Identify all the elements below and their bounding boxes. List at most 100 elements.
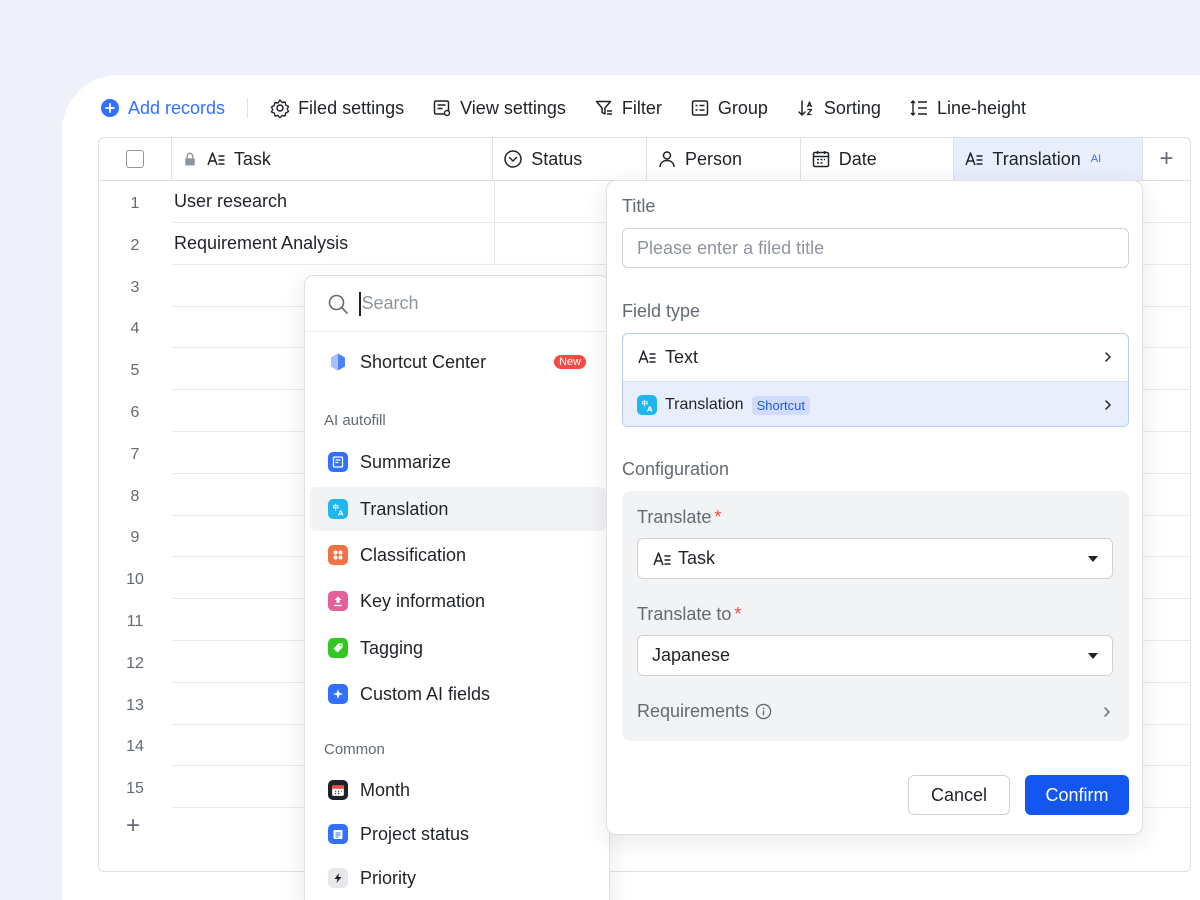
person-icon: [659, 151, 675, 168]
search-icon: [328, 294, 348, 314]
column-title-person: Person: [684, 148, 743, 169]
row-number: 13: [126, 696, 144, 714]
lightning-icon: [328, 868, 348, 888]
field-type-translation[interactable]: 中A Translation Shortcut: [623, 382, 1128, 426]
summarize-icon: [328, 452, 348, 472]
view-settings-label: View settings: [460, 97, 566, 118]
filed-settings-label: Filed settings: [298, 97, 405, 118]
requirements-row[interactable]: Requirements: [637, 701, 1113, 722]
menu-item-priority[interactable]: Priority: [310, 856, 606, 900]
status-icon: [504, 150, 523, 168]
ai-badge: AI: [1090, 153, 1102, 165]
menu-item-custom-ai-fields[interactable]: Custom AI fields: [310, 672, 606, 716]
row-number: 6: [130, 404, 140, 421]
requirements-label: Requirements: [637, 701, 750, 721]
column-header-task[interactable]: Task: [172, 138, 494, 180]
svg-text:A: A: [337, 508, 343, 516]
add-records-button[interactable]: Add records: [100, 98, 225, 119]
text-caret: [359, 291, 361, 316]
shortcut-badge: Shortcut: [751, 395, 810, 415]
new-badge: New: [553, 355, 586, 369]
menu-item-label: Translation: [360, 498, 449, 519]
filter-button[interactable]: Filter: [594, 98, 662, 119]
dropdown-arrow-icon: [1088, 556, 1098, 562]
translate-target-select[interactable]: Japanese: [637, 635, 1113, 676]
field-type-selector: Text 中A Translation Shortcut: [622, 333, 1129, 427]
info-icon: [755, 703, 772, 720]
menu-item-label: Classification: [360, 544, 467, 565]
confirm-button[interactable]: Confirm: [1025, 775, 1129, 815]
configuration-box: Translate * Task Translate to * Japanese R…: [622, 491, 1129, 741]
add-records-label: Add records: [128, 97, 226, 118]
filed-settings-button[interactable]: Filed settings: [270, 98, 404, 119]
text-field-icon: [638, 350, 656, 364]
field-type-text[interactable]: Text: [623, 334, 1128, 380]
select-all-checkbox[interactable]: [125, 150, 144, 168]
row-number: 3: [130, 278, 140, 296]
required-mark: *: [734, 604, 742, 624]
row-number: 8: [130, 487, 140, 505]
column-header-person[interactable]: Person: [647, 138, 801, 180]
row-number: 10: [126, 571, 144, 589]
search-bar[interactable]: Search: [305, 276, 609, 332]
ai-autofill-section-title: AI autofill: [324, 412, 386, 429]
field-title-input[interactable]: Please enter a filed title: [622, 228, 1129, 268]
menu-item-label: Project status: [360, 823, 470, 844]
view-settings-button[interactable]: View settings: [432, 98, 566, 119]
menu-item-tagging[interactable]: Tagging: [310, 626, 606, 670]
menu-item-summarize[interactable]: Summarize: [310, 440, 606, 484]
search-input[interactable]: Search: [362, 293, 419, 314]
toolbar: Add records Filed settings View settings…: [100, 93, 1054, 123]
column-title-status: Status: [531, 148, 583, 169]
row-number: 11: [126, 613, 144, 630]
row-number: 15: [126, 780, 144, 798]
group-button[interactable]: Group: [690, 98, 768, 119]
line-height-label: Line-height: [936, 97, 1027, 118]
translate-source-select[interactable]: Task: [637, 538, 1113, 579]
filter-label: Filter: [621, 97, 662, 118]
sorting-label: Sorting: [823, 97, 881, 118]
add-row-button[interactable]: +: [126, 812, 140, 840]
menu-item-classification[interactable]: Classification: [310, 533, 606, 577]
menu-item-label: Tagging: [360, 637, 424, 658]
translate-label: Translate *: [637, 507, 721, 528]
chevron-right-icon: [1104, 706, 1110, 717]
row-number: 9: [130, 529, 140, 547]
shortcut-center-item[interactable]: Shortcut Center New: [310, 340, 606, 384]
plus-circle-icon: [101, 99, 119, 117]
toolbar-divider: [247, 98, 249, 118]
column-header-date[interactable]: Date: [801, 138, 955, 180]
sorting-button[interactable]: Sorting: [796, 98, 881, 119]
column-title-date: Date: [838, 148, 877, 169]
menu-item-label: Key information: [360, 590, 486, 611]
column-header-translation[interactable]: Translation AI: [954, 138, 1144, 180]
common-section-title: Common: [324, 741, 385, 758]
translate-to-label: Translate to *: [637, 604, 741, 625]
line-height-icon: [910, 100, 927, 116]
translate-source-value: Task: [678, 548, 716, 568]
menu-item-month[interactable]: Month: [310, 768, 606, 812]
dropdown-arrow-icon: [1088, 653, 1098, 659]
shortcut-center-label: Shortcut Center: [360, 351, 487, 372]
menu-item-key-information[interactable]: Key information: [310, 579, 606, 623]
row-number: 12: [126, 654, 144, 672]
task-cell[interactable]: Requirement Analysis: [174, 233, 348, 254]
menu-item-label: Priority: [360, 867, 417, 888]
group-icon: [691, 100, 709, 116]
column-header-status[interactable]: Status: [493, 138, 647, 180]
required-mark: *: [714, 507, 722, 527]
key-information-icon: [328, 591, 348, 611]
row-number: 1: [130, 195, 140, 212]
field-title-placeholder: Please enter a filed title: [637, 237, 825, 258]
text-field-icon: [207, 152, 225, 166]
task-cell[interactable]: User research: [174, 191, 287, 212]
column-title-translation: Translation: [992, 148, 1081, 169]
row-number: 2: [130, 236, 140, 254]
line-height-button[interactable]: Line-height: [909, 98, 1026, 119]
menu-item-label: Month: [360, 779, 411, 800]
menu-item-project-status[interactable]: Project status: [310, 812, 606, 856]
add-column-button[interactable]: +: [1143, 138, 1190, 180]
menu-item-translation[interactable]: 中A Translation: [310, 487, 606, 531]
cancel-button[interactable]: Cancel: [908, 775, 1010, 815]
classification-icon: [328, 545, 348, 565]
